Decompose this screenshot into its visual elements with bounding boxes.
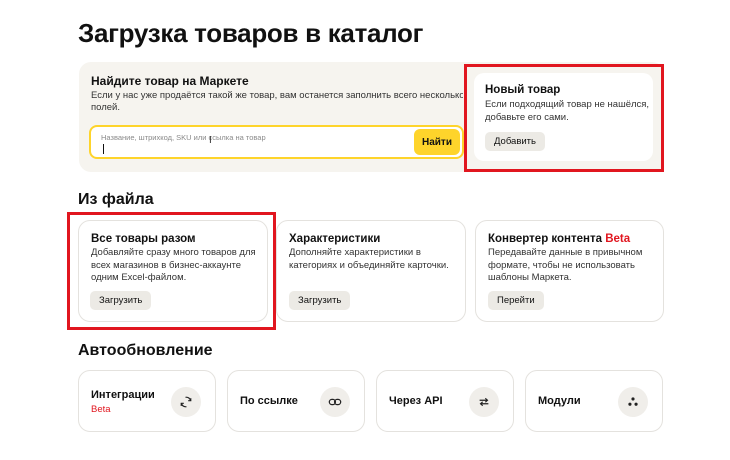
find-product-title: Найдите товар на Маркете (91, 74, 249, 88)
auto-card-by-link[interactable]: По ссылке (227, 370, 365, 432)
file-card-content-converter: Конвертер контента Beta Передавайте данн… (475, 220, 664, 322)
add-product-button[interactable]: Добавить (485, 132, 545, 151)
link-icon (320, 387, 350, 417)
auto-card-label: Интеграции (91, 389, 155, 401)
open-converter-button[interactable]: Перейти (488, 291, 544, 310)
file-card-title: Конвертер контента Beta (488, 233, 631, 245)
search-field[interactable]: Название, штрихкод, SKU или ссылка на то… (89, 125, 464, 159)
file-card-title: Все товары разом (91, 233, 196, 245)
file-card-all-products: Все товары разом Добавляйте сразу много … (78, 220, 268, 322)
auto-card-label: Модули (538, 395, 581, 407)
find-product-description: Если у нас уже продаётся такой же товар,… (91, 90, 463, 101)
file-card-description: Добавляйте сразу много товаров для всех … (91, 247, 256, 283)
new-product-title: Новый товар (485, 84, 561, 96)
auto-card-integrations[interactable]: Интеграции Beta (78, 370, 216, 432)
find-button[interactable]: Найти (414, 129, 460, 155)
auto-card-label: По ссылке (240, 395, 298, 407)
find-product-description-end: полей. (91, 102, 120, 113)
from-file-heading: Из файла (78, 191, 154, 208)
file-card-description: Передавайте данные в привычном формате, … (488, 247, 643, 283)
beta-badge: Beta (605, 233, 631, 245)
sync-icon (171, 387, 201, 417)
auto-card-api[interactable]: Через API (376, 370, 514, 432)
auto-card-label: Через API (389, 395, 443, 407)
file-card-description: Дополняйте характеристики в категориях и… (289, 247, 449, 271)
text-caret (103, 144, 104, 154)
upload-characteristics-button[interactable]: Загрузить (289, 291, 351, 310)
search-placeholder: Название, штрихкод, SKU или ссылка на то… (101, 133, 266, 142)
api-arrows-icon (469, 387, 499, 417)
ibeam-cursor-icon: I (209, 135, 212, 146)
beta-badge: Beta (91, 404, 111, 415)
file-card-title: Характеристики (289, 233, 381, 245)
auto-update-heading: Автообновление (78, 342, 213, 359)
auto-card-modules[interactable]: Модули (525, 370, 663, 432)
modules-dots-icon (618, 387, 648, 417)
page-title: Загрузка товаров в каталог (78, 18, 424, 48)
new-product-card: Новый товар Если подходящий товар не наш… (474, 73, 653, 161)
file-card-characteristics: Характеристики Дополняйте характеристики… (276, 220, 466, 322)
new-product-description: Если подходящий товар не нашёлся, добавь… (485, 99, 650, 123)
upload-all-products-button[interactable]: Загрузить (90, 291, 152, 310)
